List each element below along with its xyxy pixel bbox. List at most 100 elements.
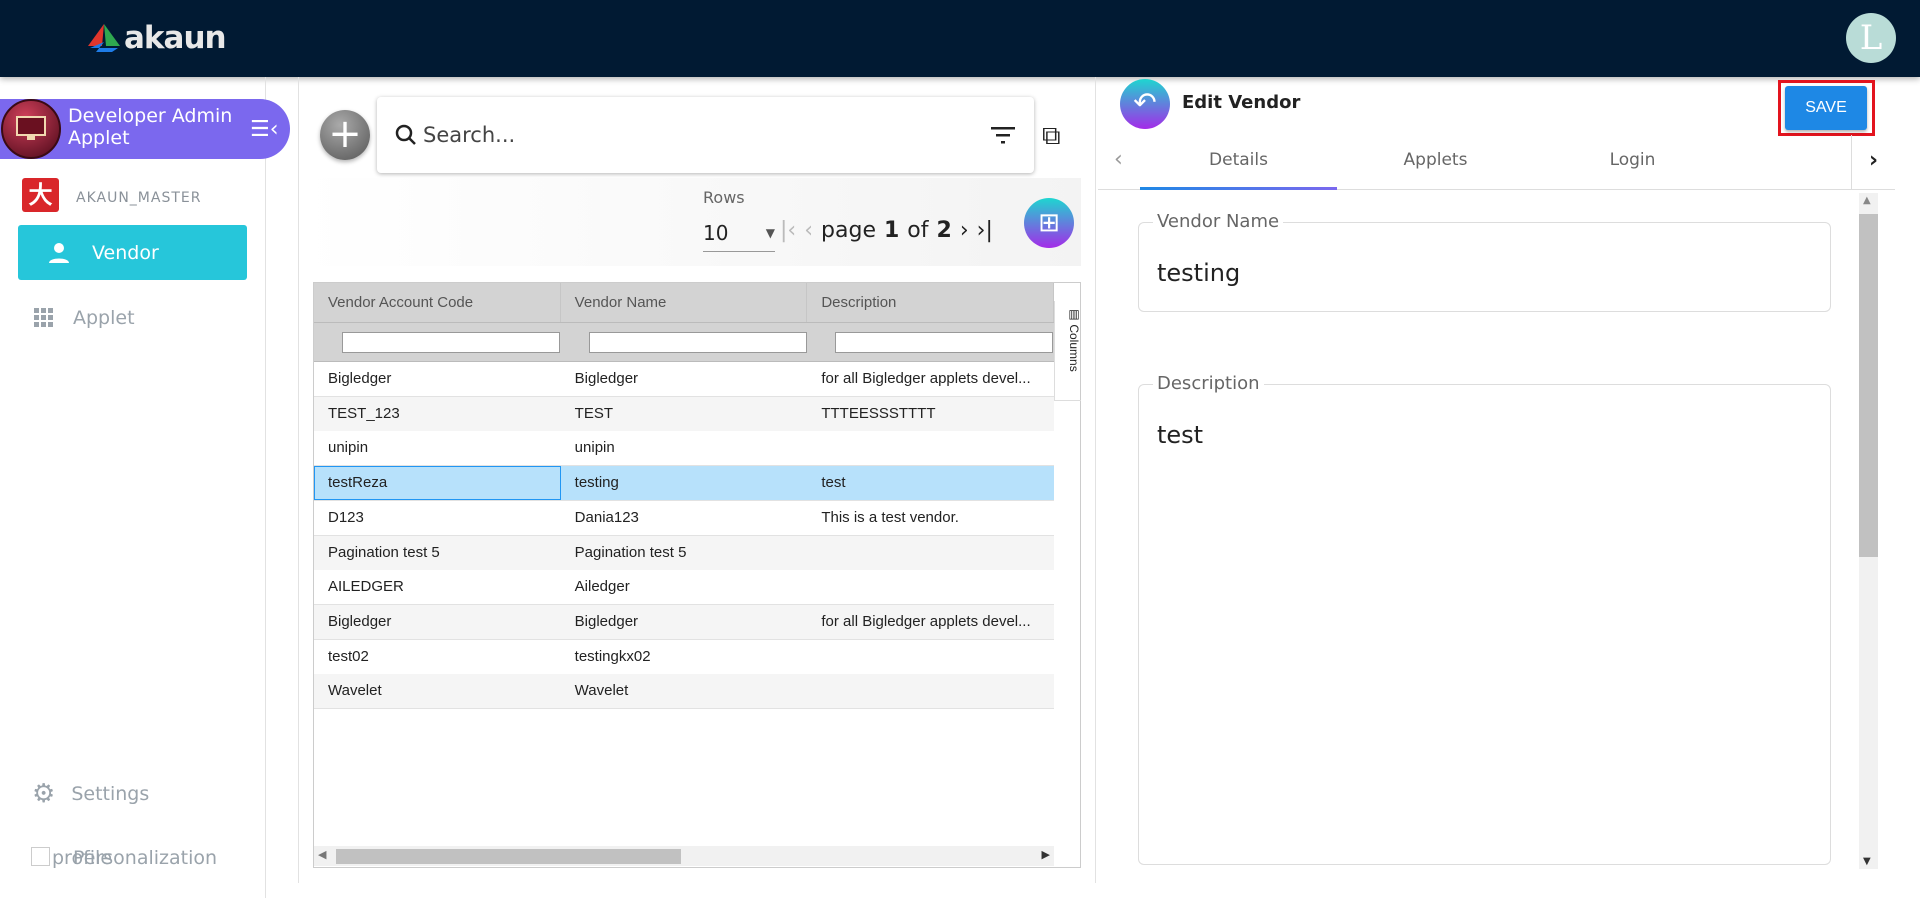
scroll-left-icon[interactable]: ◀ xyxy=(318,848,326,861)
table-cell[interactable]: Wavelet xyxy=(561,674,808,708)
table-row[interactable]: AILEDGER Ailedger xyxy=(314,570,1054,606)
table-cell[interactable]: Bigledger xyxy=(314,605,561,639)
tab-scroll-right-icon[interactable]: › xyxy=(1851,135,1895,190)
scrollbar-thumb[interactable] xyxy=(1859,214,1878,557)
table-cell[interactable]: Pagination test 5 xyxy=(314,536,561,570)
scroll-down-icon[interactable]: ▼ xyxy=(1863,856,1871,867)
back-button[interactable]: ↶ xyxy=(1120,79,1170,129)
table-cell[interactable]: D123 xyxy=(314,501,561,535)
table-cell[interactable]: test xyxy=(807,466,1054,500)
search-input[interactable] xyxy=(423,123,990,147)
table-cell[interactable] xyxy=(807,640,1054,674)
gear-icon: ⚙ xyxy=(32,779,56,809)
filter-icon[interactable] xyxy=(990,125,1016,145)
table-cell[interactable]: TEST_123 xyxy=(314,397,561,431)
rows-per-page-select[interactable]: 10 ▼ xyxy=(703,214,775,252)
column-header[interactable]: Vendor Account Code xyxy=(314,283,561,322)
column-filter-input[interactable] xyxy=(588,332,807,353)
table-row[interactable]: test02 testingkx02 xyxy=(314,639,1054,675)
collapse-menu-icon[interactable]: ☰‹ xyxy=(250,117,279,142)
table-cell[interactable]: for all Bigledger applets devel... xyxy=(807,605,1054,639)
sidebar-item-settings[interactable]: ⚙ Settings xyxy=(32,779,149,809)
tab-applets[interactable]: Applets xyxy=(1337,135,1534,190)
next-page-icon[interactable]: › xyxy=(960,218,969,243)
table-cell[interactable] xyxy=(807,431,1054,465)
table-row[interactable]: Wavelet Wavelet xyxy=(314,674,1054,710)
akaun-logo[interactable]: akaun xyxy=(88,20,227,56)
page-word: page xyxy=(821,218,876,243)
applet-title: Developer Admin Applet xyxy=(68,105,233,149)
table-cell[interactable]: This is a test vendor. xyxy=(807,501,1054,535)
vendor-name-value[interactable]: testing xyxy=(1157,259,1240,287)
scroll-up-icon[interactable]: ▲ xyxy=(1863,195,1871,206)
table-row[interactable]: unipin unipin xyxy=(314,431,1054,467)
sidebar: Developer Admin Applet ☰‹ 大 AKAUN_MASTER… xyxy=(0,77,290,898)
logo-mark-icon xyxy=(88,24,120,52)
vendor-name-field[interactable]: Vendor Name testing xyxy=(1138,211,1831,312)
columns-label: Columns xyxy=(1067,324,1081,372)
table-row[interactable]: testReza testing test xyxy=(314,466,1054,502)
table-cell[interactable]: Bigledger xyxy=(561,605,808,639)
tab-bar: ‹ Details Applets Login › xyxy=(1098,135,1895,190)
table-cell[interactable] xyxy=(807,570,1054,604)
column-header[interactable]: Vendor Name xyxy=(561,283,808,322)
table-cell[interactable]: TTTEESSSTTTT xyxy=(807,397,1054,431)
person-icon xyxy=(49,242,69,263)
rows-label: Rows xyxy=(703,188,745,207)
add-vendor-button[interactable]: + xyxy=(320,110,370,160)
tab-scroll-left-icon[interactable]: ‹ xyxy=(1114,147,1123,172)
table-cell[interactable]: unipin xyxy=(314,431,561,465)
profile-image-placeholder xyxy=(31,847,50,866)
vertical-scrollbar[interactable]: ▲ ▼ xyxy=(1859,193,1878,869)
columns-icon: ▥ xyxy=(1067,307,1081,325)
sidebar-item-vendor[interactable]: Vendor xyxy=(18,225,247,280)
table-cell[interactable]: testingkx02 xyxy=(561,640,808,674)
table-cell[interactable]: Ailedger xyxy=(561,570,808,604)
table-cell[interactable]: unipin xyxy=(561,431,808,465)
description-value[interactable]: test xyxy=(1157,421,1203,449)
description-label: Description xyxy=(1153,373,1264,394)
tab-login[interactable]: Login xyxy=(1534,135,1731,190)
first-page-icon[interactable]: |‹ xyxy=(780,218,796,243)
scrollbar-thumb[interactable] xyxy=(336,849,681,864)
dropdown-arrow-icon: ▼ xyxy=(765,225,775,240)
table-cell[interactable]: test02 xyxy=(314,640,561,674)
grid-view-button[interactable]: ⊞ xyxy=(1024,198,1074,248)
user-avatar[interactable]: L xyxy=(1846,13,1896,63)
table-row[interactable]: TEST_123 TEST TTTEESSSTTTT xyxy=(314,396,1054,432)
filter-2-icon[interactable]: ⧉ xyxy=(1042,121,1061,152)
table-row[interactable]: Pagination test 5 Pagination test 5 xyxy=(314,535,1054,571)
sidebar-item-label: Applet xyxy=(73,307,135,329)
table-cell[interactable]: Bigledger xyxy=(314,362,561,396)
table-cell[interactable]: Dania123 xyxy=(561,501,808,535)
description-field[interactable]: Description test xyxy=(1138,373,1831,865)
table-row[interactable]: D123 Dania123 This is a test vendor. xyxy=(314,500,1054,536)
column-filter-input[interactable] xyxy=(835,332,1054,353)
table-cell[interactable]: testing xyxy=(561,466,808,500)
column-header[interactable]: Description xyxy=(807,283,1055,322)
tab-details[interactable]: Details xyxy=(1140,135,1337,190)
table-cell[interactable] xyxy=(807,536,1054,570)
table-cell[interactable]: testReza xyxy=(314,466,561,501)
table-cell[interactable] xyxy=(807,674,1054,708)
table-cell[interactable]: Pagination test 5 xyxy=(561,536,808,570)
column-filter-input[interactable] xyxy=(342,332,560,353)
akaun-master-icon: 大 xyxy=(22,178,59,212)
table-row[interactable]: Bigledger Bigledger for all Bigledger appl… xyxy=(314,604,1054,640)
search-bar xyxy=(377,97,1034,173)
sidebar-item-applet[interactable]: Applet xyxy=(33,307,135,329)
personalization-label[interactable]: Personalization xyxy=(73,847,217,869)
table-cell[interactable]: for all Bigledger applets devel... xyxy=(807,362,1054,396)
scroll-right-icon[interactable]: ▶ xyxy=(1042,848,1050,861)
table-cell[interactable]: Wavelet xyxy=(314,674,561,708)
prev-page-icon[interactable]: ‹ xyxy=(804,218,813,243)
table-cell[interactable]: AILEDGER xyxy=(314,570,561,604)
total-pages: 2 xyxy=(936,218,952,243)
horizontal-scrollbar[interactable]: ◀ ▶ xyxy=(314,846,1054,866)
table-row[interactable]: Bigledger Bigledger for all Bigledger appl… xyxy=(314,362,1054,397)
columns-tool-panel-tab[interactable]: ▥ Columns xyxy=(1054,301,1081,401)
last-page-icon[interactable]: ›| xyxy=(977,218,993,243)
table-cell[interactable]: TEST xyxy=(561,397,808,431)
table-cell[interactable]: Bigledger xyxy=(561,362,808,396)
save-button[interactable]: SAVE xyxy=(1785,86,1867,130)
